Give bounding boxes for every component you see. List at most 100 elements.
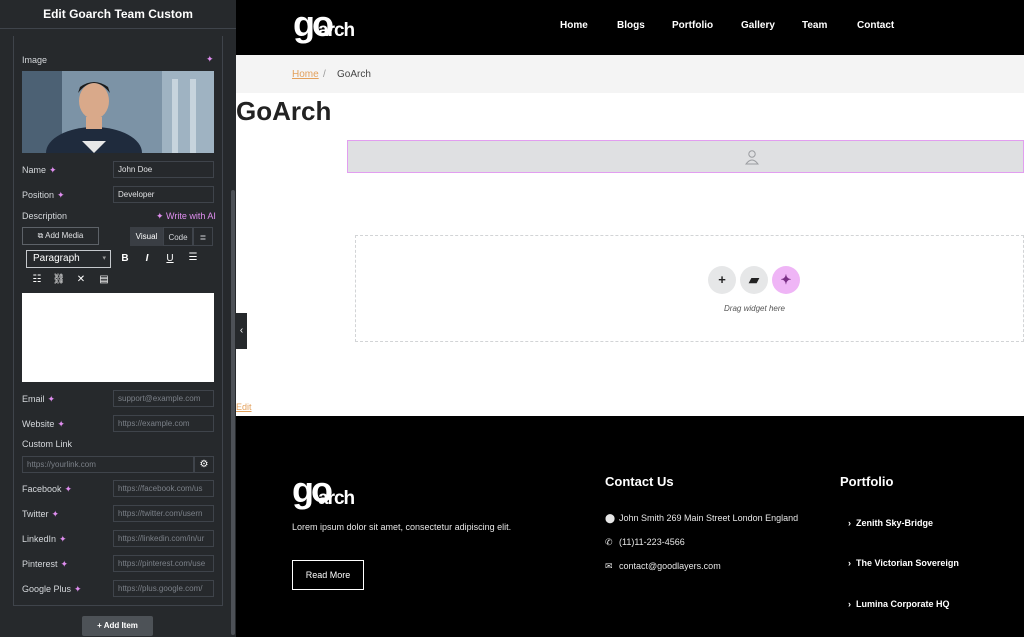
contact-heading: Contact Us — [605, 474, 674, 489]
bold-icon[interactable]: B — [118, 253, 132, 264]
position-field[interactable]: Developer — [113, 186, 214, 203]
description-editor[interactable] — [22, 293, 214, 382]
contact-email: ✉ contact@goodlayers.com — [605, 561, 721, 572]
ai-sparkle-icon[interactable]: ✦ — [61, 559, 69, 569]
site-header: go arch Home Blogs Portfolio Gallery Tea… — [236, 0, 1024, 55]
twitter-label: Twitter ✦ — [22, 509, 59, 520]
site-footer: go arch Lorem ipsum dolor sit amet, cons… — [236, 416, 1024, 637]
description-label: Description — [22, 211, 68, 221]
breadcrumb-current: GoArch — [337, 69, 371, 80]
name-label-text: Name — [22, 165, 47, 175]
add-media-button[interactable]: ⧉ Add Media — [22, 227, 99, 245]
custom-link-field[interactable]: https://yourlink.com — [22, 456, 194, 473]
twitter-label-text: Twitter — [22, 509, 49, 519]
custom-link-label: Custom Link — [22, 439, 73, 449]
link-icon[interactable]: ⛓ — [52, 274, 66, 285]
editor-panel: Edit Goarch Team Custom Image ✦ Name ✦ Jo… — [0, 0, 236, 637]
image-label: Image — [22, 55, 48, 65]
gear-icon[interactable]: ⚙ — [194, 456, 214, 473]
footer-logo-arch[interactable]: arch — [318, 488, 355, 510]
ai-sparkle-icon[interactable]: ✦ — [57, 190, 65, 200]
ai-sparkle-icon[interactable]: ✦ — [206, 54, 214, 65]
edit-link[interactable]: Edit — [236, 402, 252, 412]
website-label-text: Website — [22, 419, 55, 429]
email-label: Email ✦ — [22, 394, 55, 405]
database-icon[interactable]: ≣ — [193, 227, 213, 246]
drag-widget-hint: Drag widget here — [724, 304, 785, 313]
site-logo-arch[interactable]: arch — [318, 20, 355, 42]
facebook-label: Facebook ✦ — [22, 484, 72, 495]
name-field[interactable]: John Doe — [113, 161, 214, 178]
breadcrumb-home-link[interactable]: Home — [292, 69, 319, 80]
portfolio-item[interactable]: › The Victorian Sovereign — [848, 558, 959, 568]
collapse-panel-chevron-icon[interactable]: ‹ — [236, 313, 247, 349]
portfolio-item-text: Zenith Sky-Bridge — [856, 518, 934, 528]
ai-sparkle-icon[interactable]: ✦ — [48, 394, 56, 404]
ai-sparkle-icon[interactable]: ✦ — [52, 509, 60, 519]
numbered-list-icon[interactable]: ☷ — [30, 274, 44, 285]
add-section-plus-icon[interactable]: + — [708, 266, 736, 294]
pinterest-label: Pinterest ✦ — [22, 559, 68, 570]
write-with-ai-text: Write with AI — [166, 211, 216, 221]
ai-sparkle-icon[interactable]: ✦ — [57, 419, 65, 429]
portfolio-item[interactable]: › Lumina Corporate HQ — [848, 599, 950, 609]
googleplus-label-text: Google Plus — [22, 584, 72, 594]
toolbar-toggle-icon[interactable]: ▤ — [97, 274, 111, 285]
twitter-field[interactable]: https://twitter.com/usern — [113, 505, 214, 522]
italic-icon[interactable]: I — [140, 253, 154, 264]
nav-gallery[interactable]: Gallery — [741, 20, 775, 31]
write-with-ai-button[interactable]: ✦ Write with AI — [156, 211, 216, 222]
ai-sparkle-icon[interactable]: ✦ — [74, 584, 82, 594]
phone-text: (11)11-223-4566 — [619, 537, 685, 547]
portfolio-item-text: The Victorian Sovereign — [856, 558, 959, 568]
pinterest-field[interactable]: https://pinterest.com/use — [113, 555, 214, 572]
ai-sparkle-icon[interactable]: ✦ — [772, 266, 800, 294]
website-label: Website ✦ — [22, 419, 65, 430]
template-folder-icon[interactable]: ▰ — [740, 266, 768, 294]
breadcrumb: Home / GoArch — [236, 55, 1024, 93]
portfolio-item[interactable]: › Zenith Sky-Bridge — [848, 518, 933, 528]
email-field[interactable]: support@example.com — [113, 390, 214, 407]
contact-phone: ✆ (11)11-223-4566 — [605, 537, 685, 548]
nav-portfolio[interactable]: Portfolio — [672, 20, 713, 31]
googleplus-label: Google Plus ✦ — [22, 584, 82, 595]
nav-blogs[interactable]: Blogs — [617, 20, 645, 31]
add-item-text: Add Item — [103, 621, 138, 630]
website-field[interactable]: https://example.com — [113, 415, 214, 432]
editor-toolbar: Paragraph ▾ B I U ☰ ☷ ⛓ ✕ ▤ — [22, 248, 214, 293]
facebook-label-text: Facebook — [22, 484, 62, 494]
read-more-button[interactable]: Read More — [292, 560, 364, 590]
underline-icon[interactable]: U — [163, 253, 177, 264]
panel-scrollbar[interactable] — [231, 190, 235, 635]
map-pin-icon: ⬤ — [605, 513, 616, 523]
linkedin-field[interactable]: https://linkedin.com/in/ur — [113, 530, 214, 547]
team-widget-placeholder[interactable] — [347, 140, 1024, 173]
ai-sparkle-icon[interactable]: ✦ — [59, 534, 67, 544]
facebook-field[interactable]: https://facebook.com/us — [113, 480, 214, 497]
email-text: contact@goodlayers.com — [619, 561, 721, 571]
team-member-image[interactable] — [22, 71, 214, 153]
breadcrumb-separator: / — [323, 69, 326, 80]
portfolio-item-text: Lumina Corporate HQ — [856, 599, 950, 609]
googleplus-field[interactable]: https://plus.google.com/ — [113, 580, 214, 597]
name-label: Name ✦ — [22, 165, 57, 176]
tab-visual[interactable]: Visual — [130, 227, 163, 246]
paragraph-select-value: Paragraph — [33, 253, 80, 264]
nav-team[interactable]: Team — [802, 20, 827, 31]
portfolio-heading: Portfolio — [840, 474, 894, 489]
bullet-list-icon[interactable]: ☰ — [186, 252, 200, 263]
ai-sparkle-icon[interactable]: ✦ — [49, 165, 57, 175]
widget-drop-zone[interactable]: + ▰ ✦ Drag widget here — [355, 235, 1024, 342]
fullscreen-icon[interactable]: ✕ — [74, 274, 88, 285]
tab-code[interactable]: Code — [163, 227, 193, 246]
page-title: GoArch — [236, 96, 332, 126]
chevron-down-icon: ▾ — [102, 255, 106, 262]
nav-contact[interactable]: Contact — [857, 20, 894, 31]
nav-home[interactable]: Home — [560, 20, 588, 31]
paragraph-select[interactable]: Paragraph ▾ — [26, 250, 111, 268]
add-item-button[interactable]: + Add Item — [82, 616, 153, 636]
ai-sparkle-icon[interactable]: ✦ — [65, 484, 73, 494]
media-icon: ⧉ — [37, 231, 46, 240]
contact-address: ⬤ John Smith 269 Main Street London Engla… — [605, 513, 798, 524]
chevron-right-icon: › — [848, 518, 856, 528]
